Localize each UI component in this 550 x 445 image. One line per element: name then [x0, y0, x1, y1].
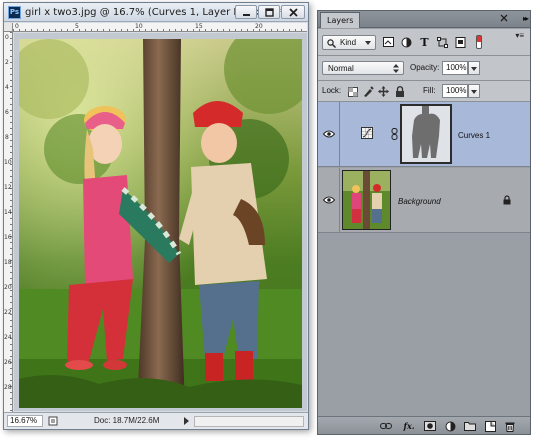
photoshop-logo-icon: Ps [8, 6, 21, 19]
photo-children-by-tree [19, 39, 302, 408]
filter-toggle-switch[interactable] [476, 35, 482, 49]
fill-label: Fill: [423, 86, 436, 95]
link-layers-icon[interactable] [380, 420, 392, 432]
ruler-label: 14 [4, 209, 12, 216]
new-adjustment-layer-icon[interactable] [444, 420, 456, 432]
lock-all-icon[interactable] [394, 86, 405, 97]
mask-silhouette [402, 106, 450, 162]
fill-dropdown-button[interactable] [468, 84, 480, 98]
ruler-label: 10 [135, 23, 143, 30]
eye-icon [322, 196, 335, 204]
layer-mask-thumbnail[interactable] [400, 104, 452, 164]
horizontal-ruler[interactable]: 0 5 10 15 20 [13, 23, 307, 32]
window-controls [234, 5, 305, 19]
add-mask-icon[interactable] [424, 420, 436, 432]
lock-icon [503, 195, 511, 205]
vertical-ruler[interactable]: 0 2 4 6 8 10 12 14 16 18 20 22 24 26 28 [4, 32, 13, 412]
visibility-toggle[interactable] [318, 102, 340, 166]
ruler-label: 2 [5, 59, 9, 66]
opacity-label: Opacity: [410, 63, 440, 72]
document-size-info: Doc: 18.7M/22.6M [94, 416, 160, 425]
type-filter-icon[interactable]: T [418, 36, 431, 49]
status-menu-arrow-icon[interactable] [184, 417, 189, 425]
curves-adjustment-icon[interactable] [361, 127, 373, 139]
ruler-label: 10 [4, 159, 12, 166]
ruler-label: 4 [5, 84, 9, 91]
photo-canvas[interactable] [19, 39, 302, 408]
shape-filter-icon[interactable] [436, 36, 449, 48]
layer-name[interactable]: Background [398, 197, 441, 206]
lock-transparent-pixels-icon[interactable] [347, 86, 358, 97]
panel-header[interactable]: Layers ▸▸ [318, 11, 530, 28]
ruler-label: 26 [4, 359, 12, 366]
layer-name[interactable]: Curves 1 [458, 131, 490, 140]
ruler-label: 6 [5, 109, 9, 116]
folder-icon[interactable] [464, 420, 476, 432]
fx-icon[interactable]: fx. [403, 420, 415, 432]
panel-menu-icon[interactable]: ▾≡ [515, 31, 524, 40]
document-title-bar[interactable]: Ps girl x two3.jpg @ 16.7% (Curves 1, La… [4, 3, 308, 22]
layer-thumbnail[interactable] [342, 170, 391, 230]
layer-row-curves[interactable]: Curves 1 [318, 102, 530, 167]
search-icon [327, 39, 336, 48]
ruler-label: 8 [5, 134, 9, 141]
zoom-level-field[interactable]: 16.67% [7, 415, 43, 427]
minimize-button[interactable] [235, 5, 257, 19]
ruler-label: 12 [4, 184, 12, 191]
ruler-corner[interactable] [4, 23, 13, 32]
eye-icon [322, 130, 335, 138]
blend-row: Normal Opacity: 100% [318, 56, 530, 81]
filter-kind-select[interactable]: Kind [322, 35, 376, 50]
ruler-label: 15 [195, 23, 203, 30]
lock-row: Lock: Fill: 100% [318, 81, 530, 102]
maximize-button[interactable] [258, 5, 280, 19]
panel-close-icon[interactable] [500, 14, 508, 22]
panel-footer: fx. [318, 416, 530, 434]
blend-mode-value: Normal [328, 64, 354, 73]
ruler-label: 24 [4, 334, 12, 341]
blend-mode-select[interactable]: Normal [322, 61, 404, 75]
ruler-label: 20 [255, 23, 263, 30]
ruler-label: 20 [4, 284, 12, 291]
ruler-label: 22 [4, 309, 12, 316]
chevron-down-icon [365, 41, 371, 45]
tab-layers[interactable]: Layers [320, 12, 361, 28]
smart-object-filter-icon[interactable] [454, 36, 467, 48]
chevron-up-down-icon [393, 64, 399, 73]
visibility-toggle[interactable] [318, 168, 340, 232]
adjustment-filter-icon[interactable] [400, 36, 413, 48]
ruler-label: 5 [75, 23, 79, 30]
ruler-label: 16 [4, 234, 12, 241]
background-thumbnail-image [343, 171, 390, 229]
layers-panel: Layers ▸▸ Kind T Normal Opacity: 100% Lo… [317, 10, 531, 435]
chain-link-icon[interactable] [391, 128, 398, 140]
close-button[interactable] [281, 5, 305, 19]
ruler-label: 0 [5, 34, 9, 41]
maximize-icon [264, 7, 274, 17]
ruler-label: 18 [4, 259, 12, 266]
ruler-label: 28 [4, 384, 12, 391]
close-icon [288, 7, 298, 17]
minimize-icon [242, 13, 250, 16]
opacity-field[interactable]: 100% [442, 61, 468, 75]
layers-list: Curves 1 Background [318, 102, 530, 418]
filter-kind-label: Kind [340, 38, 357, 47]
collapse-panel-icon[interactable]: ▸▸ [523, 14, 529, 23]
lock-image-pixels-icon[interactable] [363, 86, 374, 97]
ruler-label: 0 [15, 23, 19, 30]
filter-row: Kind T [318, 29, 530, 56]
horizontal-scrollbar[interactable] [194, 416, 304, 427]
page-setup-icon[interactable] [48, 416, 59, 426]
pixel-filter-icon[interactable] [382, 36, 395, 48]
document-status-bar: 16.67% Doc: 18.7M/22.6M [4, 412, 308, 429]
fill-field[interactable]: 100% [442, 84, 468, 98]
document-window: Ps girl x two3.jpg @ 16.7% (Curves 1, La… [3, 2, 309, 430]
opacity-dropdown-button[interactable] [468, 61, 480, 75]
lock-label: Lock: [322, 86, 342, 95]
new-layer-icon[interactable] [484, 420, 496, 432]
trash-icon[interactable] [504, 420, 516, 432]
layer-row-background[interactable]: Background [318, 168, 530, 233]
lock-position-icon[interactable] [378, 86, 389, 97]
